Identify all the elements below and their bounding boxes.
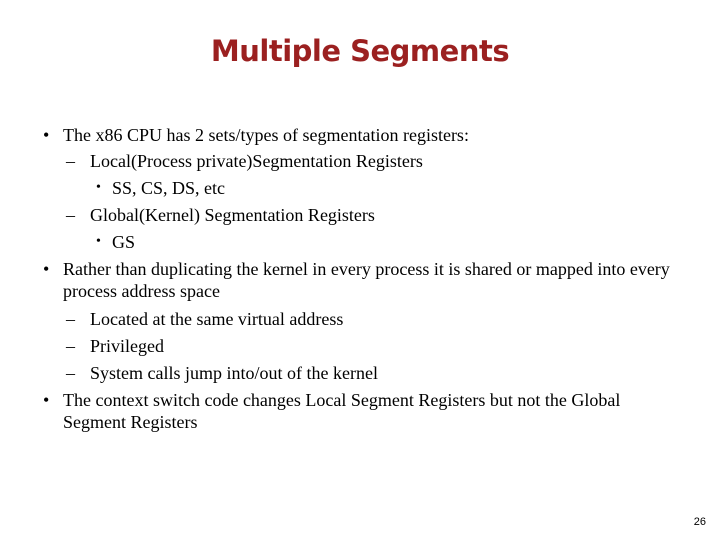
bullet-marker: •: [43, 259, 50, 279]
subbullet-system-calls: System calls jump into/out of the kernel: [90, 363, 378, 383]
dash-marker: –: [66, 205, 75, 225]
page-number: 26: [693, 516, 706, 528]
dash-marker: –: [66, 363, 75, 383]
bullet-x86-segmentation-registers: The x86 CPU has 2 sets/types of segmenta…: [63, 125, 469, 145]
dash-marker: –: [66, 151, 75, 171]
bullet-marker: •: [96, 234, 101, 249]
subbullet-same-virtual-address: Located at the same virtual address: [90, 309, 344, 329]
subbullet-privileged: Privileged: [90, 336, 164, 356]
bullet-marker: •: [43, 390, 50, 410]
subsubbullet-ss-cs-ds: SS, CS, DS, etc: [112, 178, 226, 198]
dash-marker: –: [66, 309, 75, 329]
bullet-marker: •: [96, 180, 101, 195]
dash-marker: –: [66, 336, 75, 356]
bullet-kernel-shared: Rather than duplicating the kernel in ev…: [63, 259, 670, 301]
bullet-marker: •: [43, 125, 50, 145]
subbullet-local-registers: Local(Process private)Segmentation Regis…: [90, 151, 423, 171]
subbullet-global-registers: Global(Kernel) Segmentation Registers: [90, 205, 375, 225]
subsubbullet-gs: GS: [112, 232, 136, 252]
bullet-list: • The x86 CPU has 2 sets/types of segmen…: [0, 0, 720, 540]
bullet-context-switch: The context switch code changes Local Se…: [63, 390, 621, 432]
